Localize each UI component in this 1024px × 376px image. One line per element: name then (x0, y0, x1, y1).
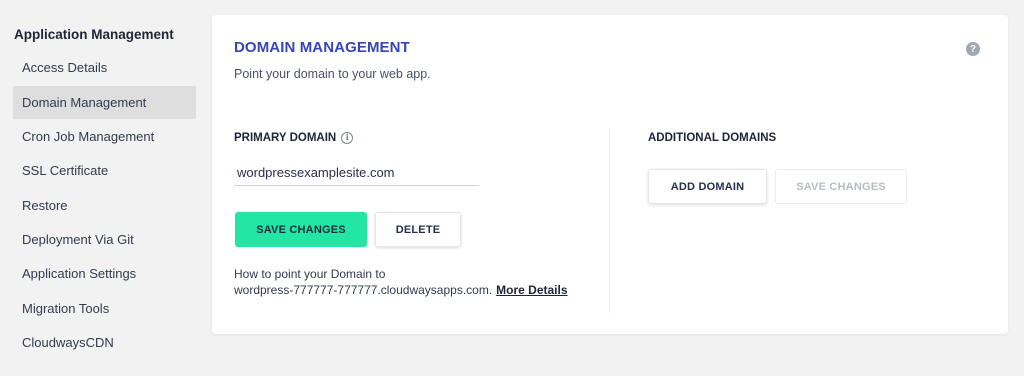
sidebar-item-access-details[interactable]: Access Details (13, 51, 196, 84)
additional-domains-label: ADDITIONAL DOMAINS (648, 132, 776, 144)
add-domain-button-label: ADD DOMAIN (670, 180, 745, 193)
save-changes-button-label: SAVE CHANGES (256, 223, 346, 236)
howto-line-1: How to point your Domain to (234, 267, 386, 281)
sidebar-item-deployment-via-git[interactable]: Deployment Via Git (13, 223, 196, 256)
sidebar-item-label: Access Details (22, 60, 108, 75)
page-title: DOMAIN MANAGEMENT (234, 39, 410, 56)
primary-domain-label: PRIMARY DOMAIN i (234, 132, 354, 144)
howto-text: How to point your Domain to wordpress-77… (234, 266, 568, 298)
sidebar-title: Application Management (14, 27, 174, 42)
sidebar-item-label: Cron Job Management (22, 129, 155, 144)
primary-domain-label-text: PRIMARY DOMAIN (234, 132, 337, 144)
more-details-link[interactable]: More Details (496, 283, 567, 297)
sidebar: Application Management Access Details Do… (0, 0, 205, 376)
save-changes-additional-button-label: SAVE CHANGES (796, 180, 886, 193)
add-domain-button[interactable]: ADD DOMAIN (648, 169, 767, 204)
sidebar-item-cloudwayscdn[interactable]: CloudwaysCDN (13, 326, 196, 359)
question-circle-icon[interactable]: ? (966, 42, 980, 56)
sidebar-item-cron-job-management[interactable]: Cron Job Management (13, 120, 196, 153)
cname-target-text: wordpress-777777-777777.cloudwaysapps.co… (234, 283, 493, 297)
sidebar-item-domain-management[interactable]: Domain Management (13, 86, 196, 119)
sidebar-item-migration-tools[interactable]: Migration Tools (13, 292, 196, 325)
delete-button[interactable]: DELETE (375, 212, 461, 247)
page-subtitle: Point your domain to your web app. (234, 67, 431, 81)
sidebar-item-label: SSL Certificate (22, 163, 109, 178)
info-circle-icon[interactable]: i (341, 132, 354, 144)
sidebar-item-label: Application Settings (22, 266, 137, 281)
sidebar-item-label: Deployment Via Git (22, 232, 134, 247)
delete-button-label: DELETE (395, 223, 441, 236)
primary-domain-input[interactable] (234, 160, 479, 186)
howto-line-2: wordpress-777777-777777.cloudwaysapps.co… (234, 282, 568, 298)
sidebar-item-application-settings[interactable]: Application Settings (13, 257, 196, 290)
sidebar-item-ssl-certificate[interactable]: SSL Certificate (13, 154, 196, 187)
section-divider (609, 128, 610, 313)
sidebar-item-label: Domain Management (22, 95, 147, 110)
additional-domains-label-text: ADDITIONAL DOMAINS (648, 132, 777, 144)
sidebar-item-label: CloudwaysCDN (22, 335, 114, 350)
domain-management-card: DOMAIN MANAGEMENT Point your domain to y… (212, 15, 1008, 334)
save-changes-additional-button[interactable]: SAVE CHANGES (775, 169, 907, 204)
sidebar-item-restore[interactable]: Restore (13, 189, 196, 222)
save-changes-button[interactable]: SAVE CHANGES (235, 212, 367, 247)
sidebar-item-label: Restore (22, 198, 68, 213)
sidebar-item-label: Migration Tools (22, 301, 110, 316)
